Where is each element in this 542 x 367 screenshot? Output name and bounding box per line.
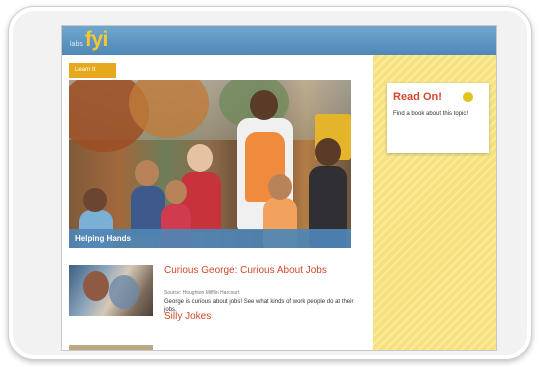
section-tab[interactable]: Learn It xyxy=(69,63,116,78)
tablet-frame: labs fyi Learn It Helping Hands Curious … xyxy=(8,6,532,360)
hero-caption[interactable]: Helping Hands xyxy=(69,229,351,248)
hero-face xyxy=(315,138,341,166)
hero-face xyxy=(135,160,159,186)
tablet-screen: labs fyi Learn It Helping Hands Curious … xyxy=(61,25,497,351)
read-on-title: Read On! xyxy=(393,91,442,103)
thumb-figure xyxy=(109,275,139,309)
site-logo[interactable]: labs fyi xyxy=(70,29,108,51)
thumb-figure xyxy=(83,271,109,301)
read-on-dot-icon xyxy=(463,92,473,102)
main-content: Learn It Helping Hands Curious George: C… xyxy=(62,55,373,350)
hero-face xyxy=(268,174,292,200)
logo-prefix: labs xyxy=(70,41,83,48)
hero-face xyxy=(165,180,187,204)
read-on-description: Find a book about this topic! xyxy=(393,111,469,117)
hero-image[interactable]: Helping Hands xyxy=(69,80,351,248)
hero-face xyxy=(83,188,107,212)
hero-face xyxy=(187,144,213,172)
sidebar: Read On! Find a book about this topic! xyxy=(373,55,496,350)
article-thumbnail[interactable] xyxy=(69,345,153,350)
article-item[interactable]: Curious George: Curious About Jobs Sourc… xyxy=(69,265,365,321)
top-navigation-bar: labs fyi xyxy=(62,26,496,55)
hero-face xyxy=(250,90,278,120)
article-source: Source: Houghton Mifflin Harcourt xyxy=(164,290,240,296)
article-title[interactable]: Silly Jokes xyxy=(164,311,211,322)
article-title[interactable]: Curious George: Curious About Jobs xyxy=(164,265,360,276)
logo-text: fyi xyxy=(84,28,109,51)
article-thumbnail[interactable] xyxy=(69,265,153,316)
read-on-card[interactable]: Read On! Find a book about this topic! xyxy=(387,83,489,153)
